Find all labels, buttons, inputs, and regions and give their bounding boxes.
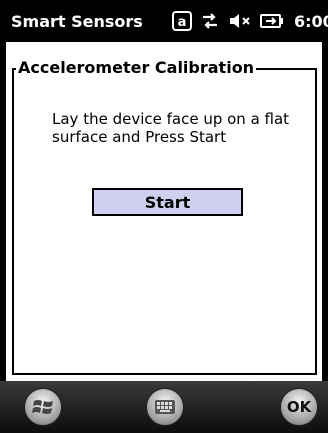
ok-button[interactable]: OK (280, 388, 318, 426)
groupbox-title: Accelerometer Calibration (16, 58, 257, 77)
windows-start-button[interactable] (24, 388, 62, 426)
ok-label: OK (286, 398, 312, 416)
battery-icon[interactable] (260, 12, 284, 30)
windows-flag-icon (32, 400, 53, 414)
keyboard-a-icon[interactable]: a (172, 11, 192, 31)
svg-text:a: a (178, 15, 187, 30)
app-title: Smart Sensors (11, 12, 143, 31)
start-button[interactable]: Start (92, 188, 243, 216)
status-bar: Smart Sensors a 6:0 (0, 0, 328, 42)
connectivity-arrows-icon[interactable] (200, 11, 220, 31)
instruction-text: Lay the device face up on a flat surface… (52, 110, 290, 146)
status-icons: a 6:00 (172, 8, 328, 34)
main-content: Accelerometer Calibration Lay the device… (6, 42, 322, 381)
volume-muted-icon[interactable] (228, 11, 252, 31)
keyboard-button[interactable] (146, 388, 184, 426)
keyboard-icon (155, 400, 175, 414)
bottom-bar: OK (0, 381, 328, 433)
clock-time[interactable]: 6:00 (294, 12, 328, 31)
